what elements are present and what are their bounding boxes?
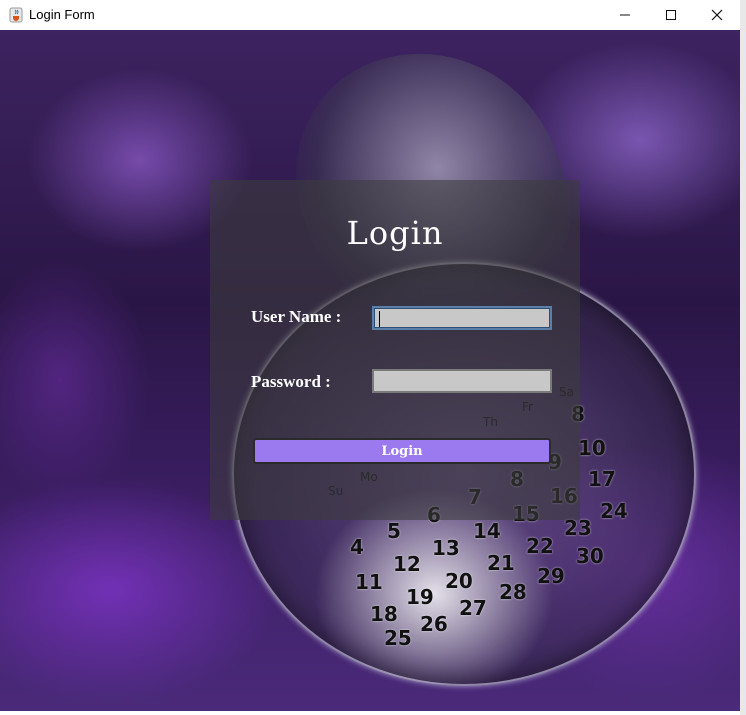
password-field[interactable]	[372, 369, 552, 393]
calendar-number: 12	[393, 552, 421, 576]
calendar-number: 22	[526, 534, 554, 558]
calendar-number: 26	[420, 612, 448, 636]
java-cup-icon	[8, 7, 24, 23]
calendar-number: 25	[384, 626, 412, 650]
login-heading: Login	[346, 214, 444, 252]
calendar-number: 11	[355, 570, 383, 594]
username-label: User Name :	[251, 307, 342, 326]
login-window: Login Form Su Mo Th Fr Sa 8 9 10 4 5 6	[0, 0, 740, 711]
login-button[interactable]: Login	[253, 438, 551, 464]
calendar-number: 28	[499, 580, 527, 604]
calendar-number: 19	[406, 585, 434, 609]
calendar-number: 18	[370, 602, 398, 626]
close-icon	[711, 9, 723, 21]
username-field[interactable]	[372, 306, 552, 330]
minimize-button[interactable]	[602, 0, 648, 30]
calendar-number: 10	[578, 436, 606, 460]
calendar-number: 21	[487, 551, 515, 575]
calendar-number: 24	[600, 499, 628, 523]
window-title: Login Form	[29, 7, 95, 22]
calendar-number: 17	[588, 467, 616, 491]
text-caret	[379, 311, 380, 327]
background-image: Su Mo Th Fr Sa 8 9 10 4 5 6 7 8 11 12 13…	[0, 30, 740, 711]
calendar-number: 30	[576, 544, 604, 568]
close-button[interactable]	[694, 0, 740, 30]
background-window-edge	[740, 0, 746, 715]
minimize-icon	[619, 9, 631, 21]
calendar-number: 5	[387, 519, 401, 543]
calendar-number: 20	[445, 569, 473, 593]
title-bar[interactable]: Login Form	[0, 0, 740, 30]
maximize-button[interactable]	[648, 0, 694, 30]
maximize-icon	[665, 9, 677, 21]
calendar-number: 4	[350, 535, 364, 559]
calendar-number: 27	[459, 596, 487, 620]
calendar-number: 14	[473, 519, 501, 543]
password-label: Password :	[251, 372, 331, 391]
calendar-number: 29	[537, 564, 565, 588]
calendar-number: 13	[432, 536, 460, 560]
login-panel: Login User Name : Password : Login	[210, 180, 580, 520]
